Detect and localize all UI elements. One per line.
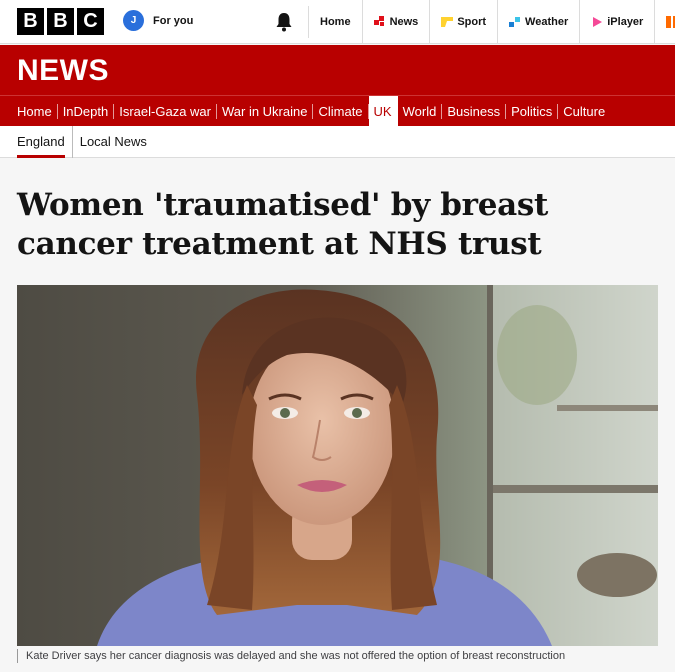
iplayer-icon [593,17,603,27]
divider [308,6,309,38]
top-links: Home News Sport Weather iPlayer [320,0,675,44]
subnav-item-england[interactable]: England [17,125,73,158]
for-you-link[interactable]: J For you [123,10,193,31]
nav-item-culture[interactable]: Culture [558,104,610,119]
nav-item-uk[interactable]: UK [368,95,398,127]
bbc-logo-letter: C [77,8,104,35]
bbc-logo-letter: B [17,8,44,35]
top-link-home[interactable]: Home [320,0,363,44]
notifications-bell-icon[interactable] [275,12,293,32]
weather-icon [509,17,521,27]
for-you-label: For you [153,14,194,27]
image-caption: Kate Driver says her cancer diagnosis wa… [17,649,565,663]
bbc-top-bar: B B C J For you Home News Sport Weather … [0,0,675,44]
nav-item-politics[interactable]: Politics [506,103,559,119]
news-section-nav: Home InDepth Israel-Gaza war War in Ukra… [0,95,675,127]
news-icon [373,16,384,26]
top-link-more[interactable] [655,0,675,44]
avatar: J [123,10,144,31]
bbc-logo[interactable]: B B C [17,8,104,35]
top-link-label: News [389,16,419,28]
top-link-label: Home [320,16,351,28]
top-link-weather[interactable]: Weather [498,0,581,44]
nav-item-israel-gaza-war[interactable]: Israel-Gaza war [114,103,217,119]
nav-item-war-in-ukraine[interactable]: War in Ukraine [217,103,314,119]
nav-item-world[interactable]: World [398,103,443,119]
nav-item-home[interactable]: Home [17,103,58,119]
article-hero-image [17,285,658,646]
subnav-item-local-news[interactable]: Local News [73,126,154,158]
top-link-iplayer[interactable]: iPlayer [580,0,656,44]
news-logo[interactable]: NEWS [17,54,109,88]
top-link-label: iPlayer [607,16,644,28]
nav-item-indepth[interactable]: InDepth [58,103,115,119]
top-link-sport[interactable]: Sport [430,0,499,44]
top-link-label: Weather [525,16,569,28]
sounds-icon [666,16,675,28]
article-headline: Women 'traumatised' by breast cancer tre… [17,187,549,262]
portrait-illustration [17,285,658,646]
sub-nav: England Local News [0,125,675,158]
nav-item-climate[interactable]: Climate [313,103,369,119]
nav-item-business[interactable]: Business [442,103,507,119]
news-banner: NEWS [0,45,675,95]
top-link-news[interactable]: News [363,0,431,44]
top-link-label: Sport [457,16,487,28]
bbc-logo-letter: B [47,8,74,35]
sport-icon [441,17,454,27]
